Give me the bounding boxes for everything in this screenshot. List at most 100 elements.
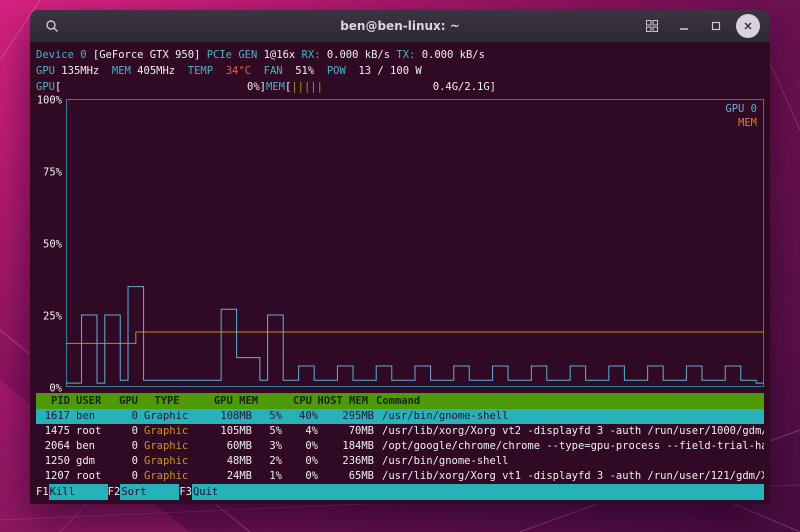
cell-gpu_mem: 24MB xyxy=(226,470,252,482)
table-body: 1617 ben 0 Graphic 108MB 5% 40% 295MB/usr/bin/g… xyxy=(36,409,764,484)
cell-pid: 1250 xyxy=(44,455,70,467)
gpu-stats-line: GPU 135MHz MEM 405MHz TEMP 34°C FAN 51% … xyxy=(36,63,764,79)
text-token: [GeForce GTX 950] xyxy=(92,49,207,61)
cell-command: /opt/google/chrome/chrome --type=gpu-pro… xyxy=(382,440,764,452)
cell-type: Graphic xyxy=(144,425,189,437)
text-token: TEMP xyxy=(187,65,226,77)
minimize-icon xyxy=(680,28,688,30)
table-header-row: PID USER GPU TYPE GPU MEM CPU HOST MEM Command xyxy=(36,393,764,409)
cell-cpu: 0% xyxy=(305,470,318,482)
chart-plot: GPU 0 MEM xyxy=(66,99,764,387)
y-axis: 100% 75% 50% 25% 0% xyxy=(36,95,66,395)
column-header-type[interactable]: TYPE xyxy=(138,393,196,409)
text-token: PCIe xyxy=(206,49,239,61)
text-token: 34°C xyxy=(225,65,264,77)
column-header-command[interactable]: Command xyxy=(368,393,764,409)
cell-command: /usr/bin/gnome-shell xyxy=(382,410,509,422)
text-token: GPU xyxy=(36,65,62,77)
cell-type: Graphic xyxy=(144,440,189,452)
cell-type: Graphic xyxy=(144,470,189,482)
minimize-button[interactable] xyxy=(672,14,696,38)
text-token: Device 0 xyxy=(36,49,93,61)
cell-gpu_mem: 48MB xyxy=(226,455,252,467)
maximize-icon xyxy=(711,21,721,31)
meter-gpu: GPU[0%] xyxy=(36,79,266,95)
text-token: 13 / 100 W xyxy=(358,65,422,77)
cell-host_mem: 65MB xyxy=(348,470,374,482)
cell-user: gdm xyxy=(76,455,95,467)
y-axis-label: 25% xyxy=(43,310,62,323)
cell-user: ben xyxy=(76,440,95,452)
series-gpu-0 xyxy=(66,287,764,383)
column-header-cpu[interactable]: CPU xyxy=(276,393,312,409)
chart-legend: GPU 0 MEM xyxy=(725,102,757,130)
cell-gpu: 0 xyxy=(131,410,138,422)
terminal-window: ben@ben-linux: ~ Device 0 [GeForce GTX 9… xyxy=(30,10,770,504)
window-grid-button[interactable] xyxy=(640,14,664,38)
meter-bars: ||||| xyxy=(291,81,323,93)
close-icon xyxy=(744,22,752,30)
window-titlebar[interactable]: ben@ben-linux: ~ xyxy=(30,10,770,43)
cell-gpu_mem: 105MB xyxy=(220,425,252,437)
cell-host_mem: 184MB xyxy=(342,440,374,452)
column-header-host-mem[interactable]: HOST MEM xyxy=(312,393,368,409)
device-info-line: Device 0 [GeForce GTX 950] PCIe GEN 1@16… xyxy=(36,47,764,63)
search-button[interactable] xyxy=(40,14,64,38)
text-token: FAN xyxy=(263,65,296,77)
process-row[interactable]: 1250 gdm 0 Graphic 48MB 2% 0% 236MB/usr/bin/gno… xyxy=(36,454,764,469)
cell-gpu_mem: 108MB xyxy=(220,410,252,422)
column-header-gpu-mem[interactable]: GPU MEM xyxy=(196,393,276,409)
text-token: RX: xyxy=(301,49,327,61)
text-token: 135MHz xyxy=(61,65,112,77)
cell-gpu: 0 xyxy=(131,440,138,452)
process-row[interactable]: 2064 ben 0 Graphic 60MB 3% 0% 184MB/opt/google/… xyxy=(36,439,764,454)
cell-gpu: 0 xyxy=(131,455,138,467)
legend-gpu-0: GPU 0 xyxy=(725,103,757,115)
gpu-history-chart: 100% 75% 50% 25% 0% GPU 0 MEM xyxy=(36,95,764,395)
process-row[interactable]: 1475 root 0 Graphic 105MB 5% 4% 70MB/usr/lib/xo… xyxy=(36,424,764,439)
cell-mem_pct: 1% xyxy=(269,470,282,482)
cell-gpu: 0 xyxy=(131,425,138,437)
terminal-body[interactable]: Device 0 [GeForce GTX 950] PCIe GEN 1@16… xyxy=(30,43,770,504)
cell-user: root xyxy=(76,470,102,482)
fkey-f1: F1 xyxy=(36,486,49,498)
process-table: PID USER GPU TYPE GPU MEM CPU HOST MEM Command … xyxy=(36,393,764,484)
cell-user: ben xyxy=(76,410,95,422)
text-token: 405MHz xyxy=(137,65,188,77)
function-key-bar: F1 Kill F2 Sort F3 Quit xyxy=(36,484,764,500)
cell-pid: 1475 xyxy=(44,425,70,437)
meter-label: MEM xyxy=(266,81,285,93)
text-token: GEN xyxy=(238,49,264,61)
meter-value: 0.4G/2.1G xyxy=(432,81,490,93)
y-axis-label: 100% xyxy=(36,94,62,107)
cell-mem_pct: 3% xyxy=(269,440,282,452)
fkey-action-quit[interactable]: Quit xyxy=(191,484,764,500)
process-row[interactable]: 1617 ben 0 Graphic 108MB 5% 40% 295MB/usr/bin/g… xyxy=(36,409,764,424)
cell-cpu: 0% xyxy=(305,440,318,452)
fkey-action-kill[interactable]: Kill xyxy=(48,484,108,500)
fkey-action-sort[interactable]: Sort xyxy=(120,484,180,500)
process-row[interactable]: 1207 root 0 Graphic 24MB 1% 0% 65MB/usr/lib/xor… xyxy=(36,469,764,484)
cell-mem_pct: 5% xyxy=(269,425,282,437)
desktop-wallpaper: ben@ben-linux: ~ Device 0 [GeForce GTX 9… xyxy=(0,0,800,532)
column-header-user[interactable]: USER xyxy=(70,393,114,409)
y-axis-label: 0% xyxy=(49,382,62,395)
cell-mem_pct: 2% xyxy=(269,455,282,467)
close-button[interactable] xyxy=(736,14,760,38)
column-header-gpu[interactable]: GPU xyxy=(114,393,138,409)
cell-gpu_mem: 60MB xyxy=(226,440,252,452)
fkey-f2: F2 xyxy=(107,486,121,498)
window-grid-icon xyxy=(646,20,658,32)
series-mem xyxy=(66,332,764,343)
cell-pid: 1617 xyxy=(44,410,70,422)
cell-command: /usr/bin/gnome-shell xyxy=(382,455,509,467)
text-token: TX: xyxy=(396,49,422,61)
cell-host_mem: 295MB xyxy=(342,410,374,422)
cell-cpu: 40% xyxy=(299,410,318,422)
cell-host_mem: 236MB xyxy=(342,455,374,467)
maximize-button[interactable] xyxy=(704,14,728,38)
text-token: 0.000 kB/s xyxy=(421,49,485,61)
cell-user: root xyxy=(76,425,102,437)
cell-command: /usr/lib/xorg/Xorg vt1 -displayfd 3 -aut… xyxy=(382,470,764,482)
search-icon xyxy=(46,20,58,32)
